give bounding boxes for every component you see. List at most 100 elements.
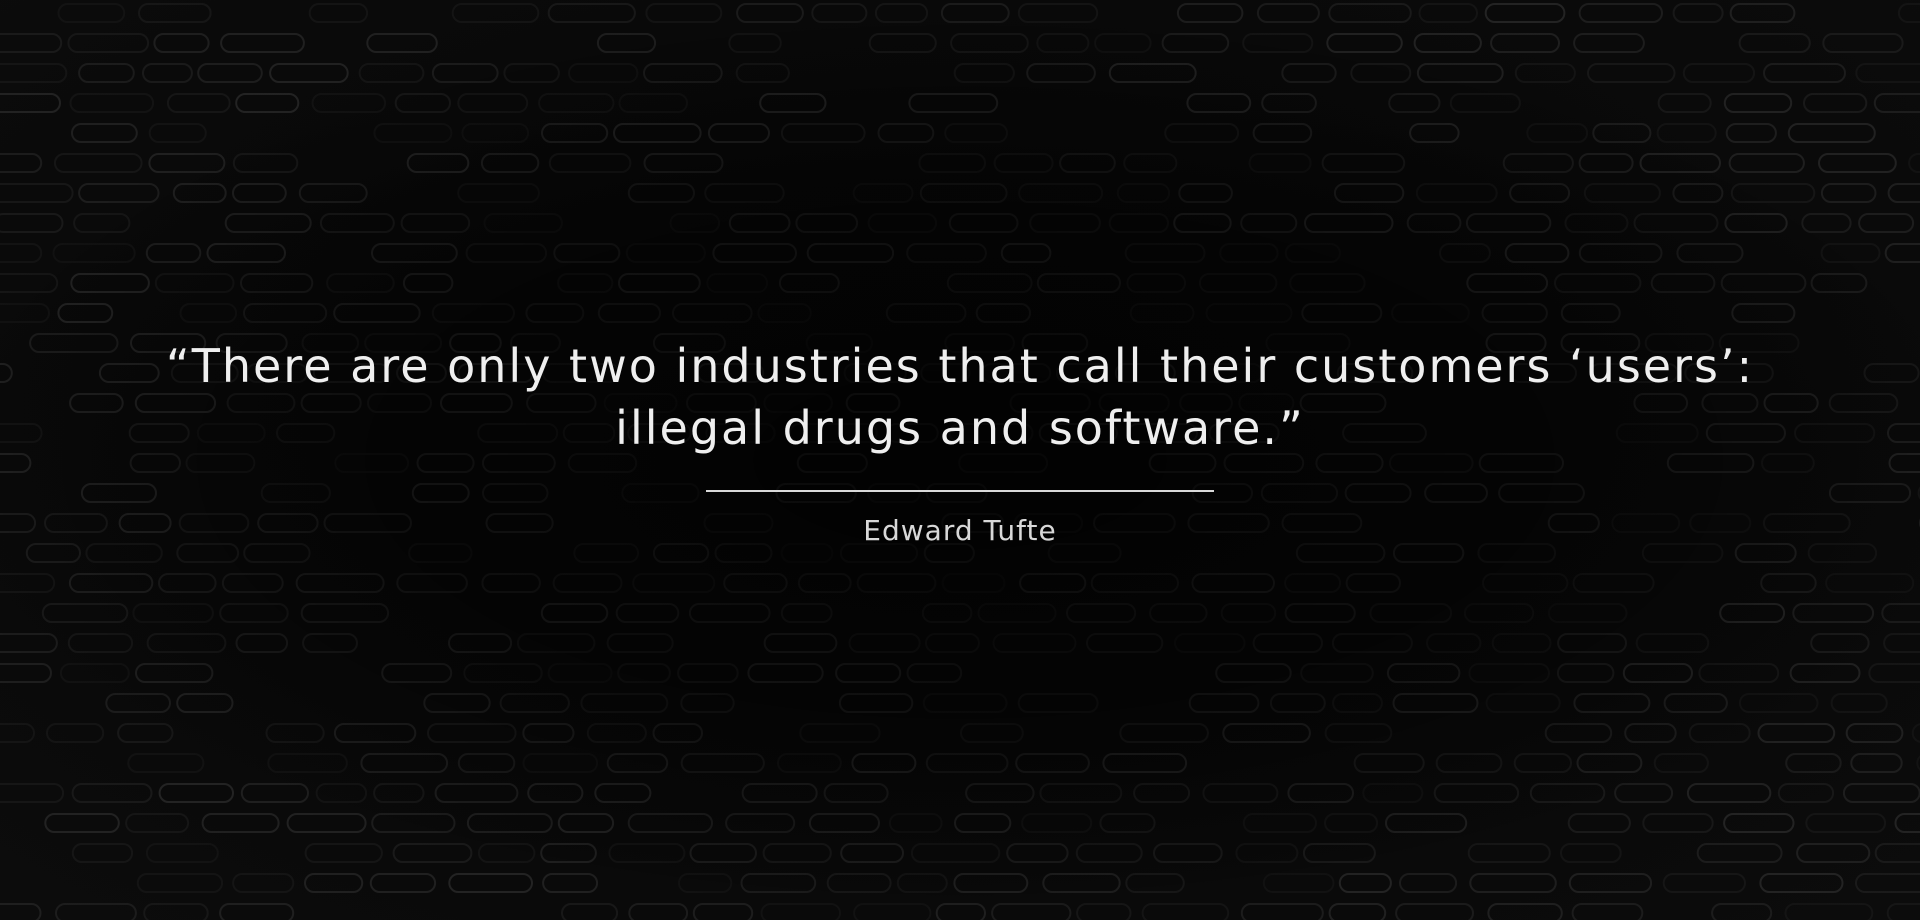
background-pill (1887, 183, 1920, 203)
background-pill (1785, 753, 1842, 773)
background-pill (1188, 693, 1260, 713)
background-pill (852, 183, 914, 203)
background-pill (396, 573, 468, 593)
background-pill (1124, 243, 1206, 263)
background-pill (0, 663, 52, 683)
background-pill (1191, 573, 1276, 593)
background-pill (835, 663, 902, 683)
background-pill (145, 243, 202, 263)
background-pill (503, 63, 560, 83)
background-pill (1262, 873, 1335, 893)
background-pill (522, 723, 575, 743)
background-pill (940, 3, 1010, 23)
background-pill (224, 213, 312, 233)
background-pill (179, 303, 238, 323)
background-pill (154, 273, 235, 293)
background-pill (1868, 663, 1920, 683)
background-pill (1485, 693, 1561, 713)
slide: “There are only two industries that call… (0, 0, 1920, 920)
background-pill (1719, 603, 1786, 623)
background-pill (0, 723, 35, 743)
background-pill (46, 723, 105, 743)
background-pill (553, 243, 621, 263)
background-pill (586, 723, 647, 743)
background-pill (1006, 843, 1069, 863)
background-pill (369, 873, 437, 893)
background-pill (1123, 153, 1178, 173)
background-pill (483, 213, 563, 233)
background-pill (1686, 783, 1772, 803)
background-pill (1845, 723, 1904, 743)
background-pill (540, 843, 597, 863)
background-pill (148, 153, 226, 173)
background-pill (1036, 273, 1122, 293)
background-pill (1547, 603, 1628, 623)
background-pill (808, 813, 881, 833)
background-pill (1042, 873, 1121, 893)
background-pill (366, 33, 438, 53)
background-pill (1333, 183, 1405, 203)
background-pill (1345, 573, 1401, 593)
background-pill (993, 153, 1054, 173)
background-pill (977, 603, 1057, 623)
background-pill (1304, 213, 1394, 233)
background-pill (1688, 723, 1751, 743)
background-pill (548, 153, 632, 173)
background-pill (1391, 303, 1470, 323)
background-pill (477, 843, 536, 863)
background-pill (1353, 753, 1425, 773)
background-pill (856, 573, 937, 593)
background-pill (628, 903, 689, 920)
background-pill (757, 303, 812, 323)
background-pill (527, 783, 584, 803)
background-pill (652, 723, 703, 743)
background-pill (232, 183, 287, 203)
background-pill (311, 93, 387, 113)
background-pill (516, 633, 596, 653)
background-pill (627, 813, 714, 833)
background-pill (1720, 273, 1807, 293)
background-pill (1220, 603, 1277, 623)
background-pill (561, 903, 619, 920)
background-pill (0, 93, 61, 113)
background-pill (935, 903, 986, 920)
background-pill (457, 93, 529, 113)
background-pill (1289, 273, 1366, 293)
background-pill (1017, 3, 1099, 23)
background-pill (552, 573, 623, 593)
background-pill (172, 183, 227, 203)
background-pill (1094, 33, 1152, 53)
background-pill (1672, 183, 1724, 203)
background-pill (0, 573, 56, 593)
background-pill (1164, 123, 1240, 143)
background-pill (1587, 63, 1676, 83)
background-pill (1792, 603, 1875, 623)
background-pill (777, 753, 842, 773)
background-pill (680, 693, 735, 713)
background-pill (1468, 663, 1551, 683)
background-pill (541, 123, 609, 143)
background-pill (1426, 633, 1482, 653)
background-pill (538, 93, 615, 113)
background-pill (1302, 843, 1376, 863)
background-pill (1825, 573, 1915, 593)
background-pill (243, 303, 328, 323)
background-pill (41, 603, 129, 623)
background-pill (132, 603, 214, 623)
background-pill (1796, 843, 1871, 863)
background-pill (1439, 243, 1491, 263)
background-pill (1663, 693, 1728, 713)
background-pill (69, 93, 155, 113)
background-pill (680, 753, 765, 773)
background-pill (763, 633, 838, 653)
background-pill (117, 723, 174, 743)
background-pill (797, 573, 852, 593)
background-pill (617, 663, 671, 683)
background-pill (1133, 783, 1191, 803)
background-pill (1624, 723, 1677, 743)
background-pill (1897, 3, 1920, 23)
background-pill (877, 123, 935, 143)
background-pill (1129, 303, 1195, 323)
background-pill (1418, 3, 1478, 23)
background-pill (707, 123, 771, 143)
